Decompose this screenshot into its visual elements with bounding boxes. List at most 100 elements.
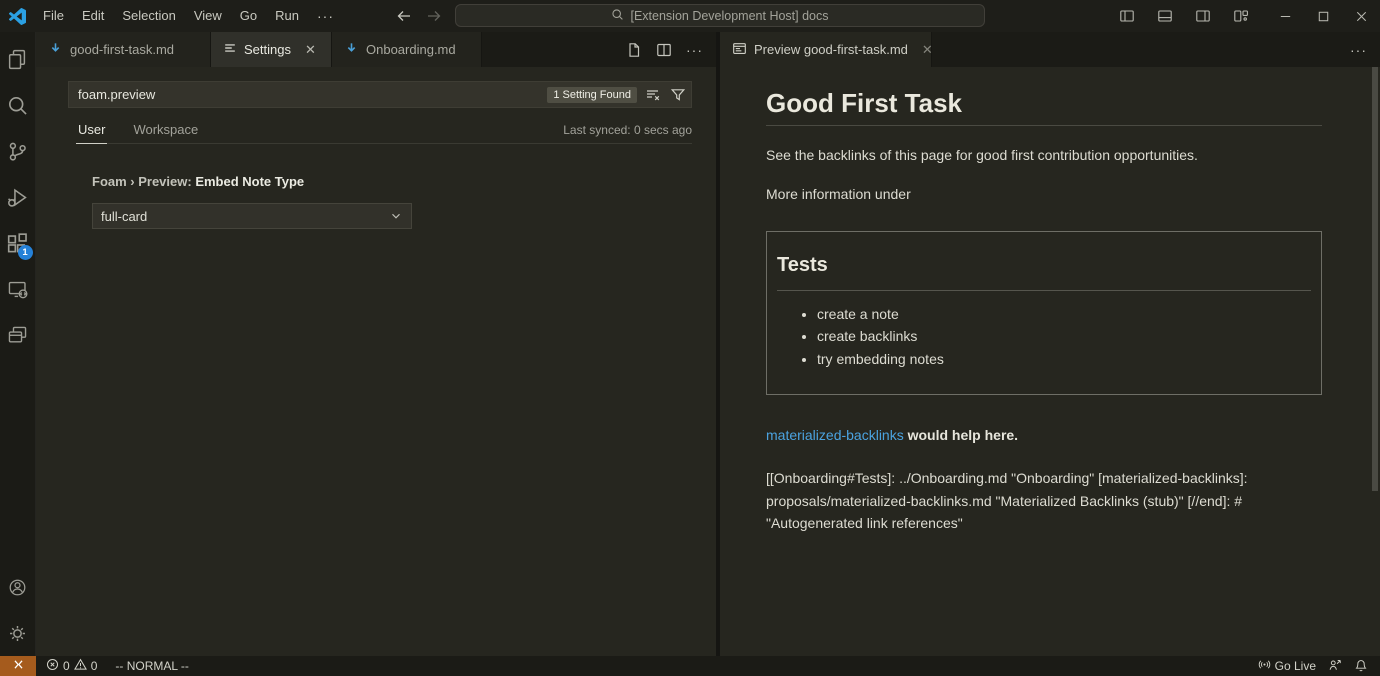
settings-editor: 1 Setting Found User Workspace Las [36, 67, 716, 656]
menu-selection[interactable]: Selection [113, 0, 184, 32]
scope-tab-user[interactable]: User [76, 122, 107, 144]
tab-settings[interactable]: Settings ✕ [211, 32, 332, 67]
menu-view[interactable]: View [185, 0, 231, 32]
account-icon[interactable] [0, 564, 36, 610]
minimize-icon[interactable] [1266, 0, 1304, 32]
markdown-preview-icon [732, 41, 747, 59]
menubar: File Edit Selection View Go Run ··· [34, 0, 343, 32]
markdown-file-icon [48, 41, 63, 59]
broadcast-icon [1258, 658, 1271, 674]
markdown-preview: Good First Task See the backlinks of thi… [720, 67, 1380, 656]
split-editor-icon[interactable] [651, 39, 677, 61]
tab-onboarding[interactable]: Onboarding.md [332, 32, 482, 67]
navigate-back-icon[interactable] [396, 8, 412, 24]
tab-preview-good-first-task[interactable]: Preview good-first-task.md ✕ [720, 32, 932, 67]
menu-file[interactable]: File [34, 0, 73, 32]
left-tab-bar: good-first-task.md Settings ✕ Onboardi [36, 32, 716, 67]
settings-search-container: 1 Setting Found [68, 81, 692, 108]
results-count-badge: 1 Setting Found [547, 87, 637, 103]
explorer-icon[interactable] [0, 36, 36, 82]
filter-funnel-icon[interactable] [669, 86, 687, 104]
link-tail-text: would help here. [904, 427, 1018, 443]
menu-go[interactable]: Go [231, 0, 266, 32]
error-icon [46, 658, 59, 674]
status-bar-right: Go Live [1252, 656, 1380, 676]
status-bar: 0 0 -- NORMAL -- Go Live [0, 656, 1380, 676]
open-settings-json-icon[interactable] [621, 39, 647, 61]
toggle-primary-sidebar-icon[interactable] [1108, 0, 1146, 32]
tab-label: good-first-task.md [70, 42, 174, 57]
warning-icon [74, 658, 87, 674]
embed-note-type-select[interactable]: full-card [92, 203, 412, 229]
customize-layout-icon[interactable] [1222, 0, 1260, 32]
notifications-bell-icon[interactable] [1348, 656, 1374, 676]
more-actions-icon[interactable]: ··· [681, 42, 708, 58]
history-navigation [396, 0, 442, 32]
editor-group-left: good-first-task.md Settings ✕ Onboardi [36, 32, 716, 656]
go-live-label: Go Live [1275, 659, 1316, 673]
scrollbar-thumb[interactable] [1372, 67, 1378, 491]
tab-good-first-task[interactable]: good-first-task.md [36, 32, 211, 67]
toggle-secondary-sidebar-icon[interactable] [1184, 0, 1222, 32]
live-share-button[interactable] [1322, 656, 1348, 676]
settings-gear-icon[interactable] [0, 610, 36, 656]
toggle-panel-icon[interactable] [1146, 0, 1184, 32]
close-window-icon[interactable] [1342, 0, 1380, 32]
list-item: try embedding notes [817, 348, 1311, 371]
settings-editor-icon [223, 41, 237, 58]
embedded-note-card: Tests create a note create backlinks try… [766, 231, 1322, 396]
activity-bar: 1 [0, 32, 36, 656]
settings-scope-row: User Workspace Last synced: 0 secs ago [76, 122, 692, 144]
setting-title: Foam › Preview: Embed Note Type [92, 174, 692, 189]
vscode-window: File Edit Selection View Go Run ··· [Ext… [0, 0, 1380, 676]
navigate-forward-icon[interactable] [426, 8, 442, 24]
setting-category: Foam › Preview: [92, 174, 195, 189]
search-icon [611, 8, 624, 24]
go-live-button[interactable]: Go Live [1252, 656, 1322, 676]
more-actions-icon[interactable]: ··· [1345, 42, 1372, 58]
scope-tab-workspace[interactable]: Workspace [131, 122, 200, 143]
extensions-icon[interactable]: 1 [0, 220, 36, 266]
embedded-note-title: Tests [777, 252, 1311, 291]
tab-label: Preview good-first-task.md [754, 42, 908, 57]
setting-name: Embed Note Type [195, 174, 304, 189]
command-center-label: [Extension Development Host] docs [630, 9, 828, 23]
list-item: create backlinks [817, 325, 1311, 348]
remote-indicator[interactable] [0, 656, 36, 676]
command-center-search[interactable]: [Extension Development Host] docs [455, 4, 985, 27]
close-tab-icon[interactable]: ✕ [919, 41, 936, 59]
setting-item: Foam › Preview: Embed Note Type full-car… [92, 174, 692, 229]
select-value: full-card [101, 209, 147, 224]
extensions-badge: 1 [18, 245, 33, 260]
titlebar: File Edit Selection View Go Run ··· [Ext… [0, 0, 1380, 32]
search-icon[interactable] [0, 82, 36, 128]
link-references-text: [[Onboarding#Tests]: ../Onboarding.md "O… [766, 467, 1322, 535]
preview-paragraph: materialized-backlinks would help here. [766, 425, 1322, 446]
preview-paragraph: More information under [766, 184, 1322, 205]
person-share-icon [1328, 658, 1342, 675]
menu-edit[interactable]: Edit [73, 0, 113, 32]
editor-actions: ··· [1345, 32, 1380, 67]
remote-icon [12, 658, 25, 674]
run-and-debug-icon[interactable] [0, 174, 36, 220]
vim-mode-status: -- NORMAL -- [109, 656, 195, 676]
tab-label: Onboarding.md [366, 42, 456, 57]
chevron-down-icon [389, 209, 403, 223]
menu-run[interactable]: Run [266, 0, 308, 32]
materialized-backlinks-link[interactable]: materialized-backlinks [766, 427, 904, 443]
windows-icon[interactable] [0, 312, 36, 358]
remote-explorer-icon[interactable] [0, 266, 36, 312]
source-control-icon[interactable] [0, 128, 36, 174]
list-item: create a note [817, 303, 1311, 326]
tab-label: Settings [244, 42, 291, 57]
warning-count: 0 [91, 659, 98, 673]
maximize-icon[interactable] [1304, 0, 1342, 32]
problems-status[interactable]: 0 0 [40, 656, 103, 676]
editor-actions: ··· [621, 32, 716, 67]
window-controls [1108, 0, 1380, 32]
vscode-logo-icon [0, 8, 34, 25]
editor-group-right: Preview good-first-task.md ✕ ··· Good Fi… [720, 32, 1380, 656]
menu-more[interactable]: ··· [308, 11, 343, 21]
close-tab-icon[interactable]: ✕ [302, 41, 319, 59]
clear-filters-icon[interactable] [644, 86, 662, 104]
